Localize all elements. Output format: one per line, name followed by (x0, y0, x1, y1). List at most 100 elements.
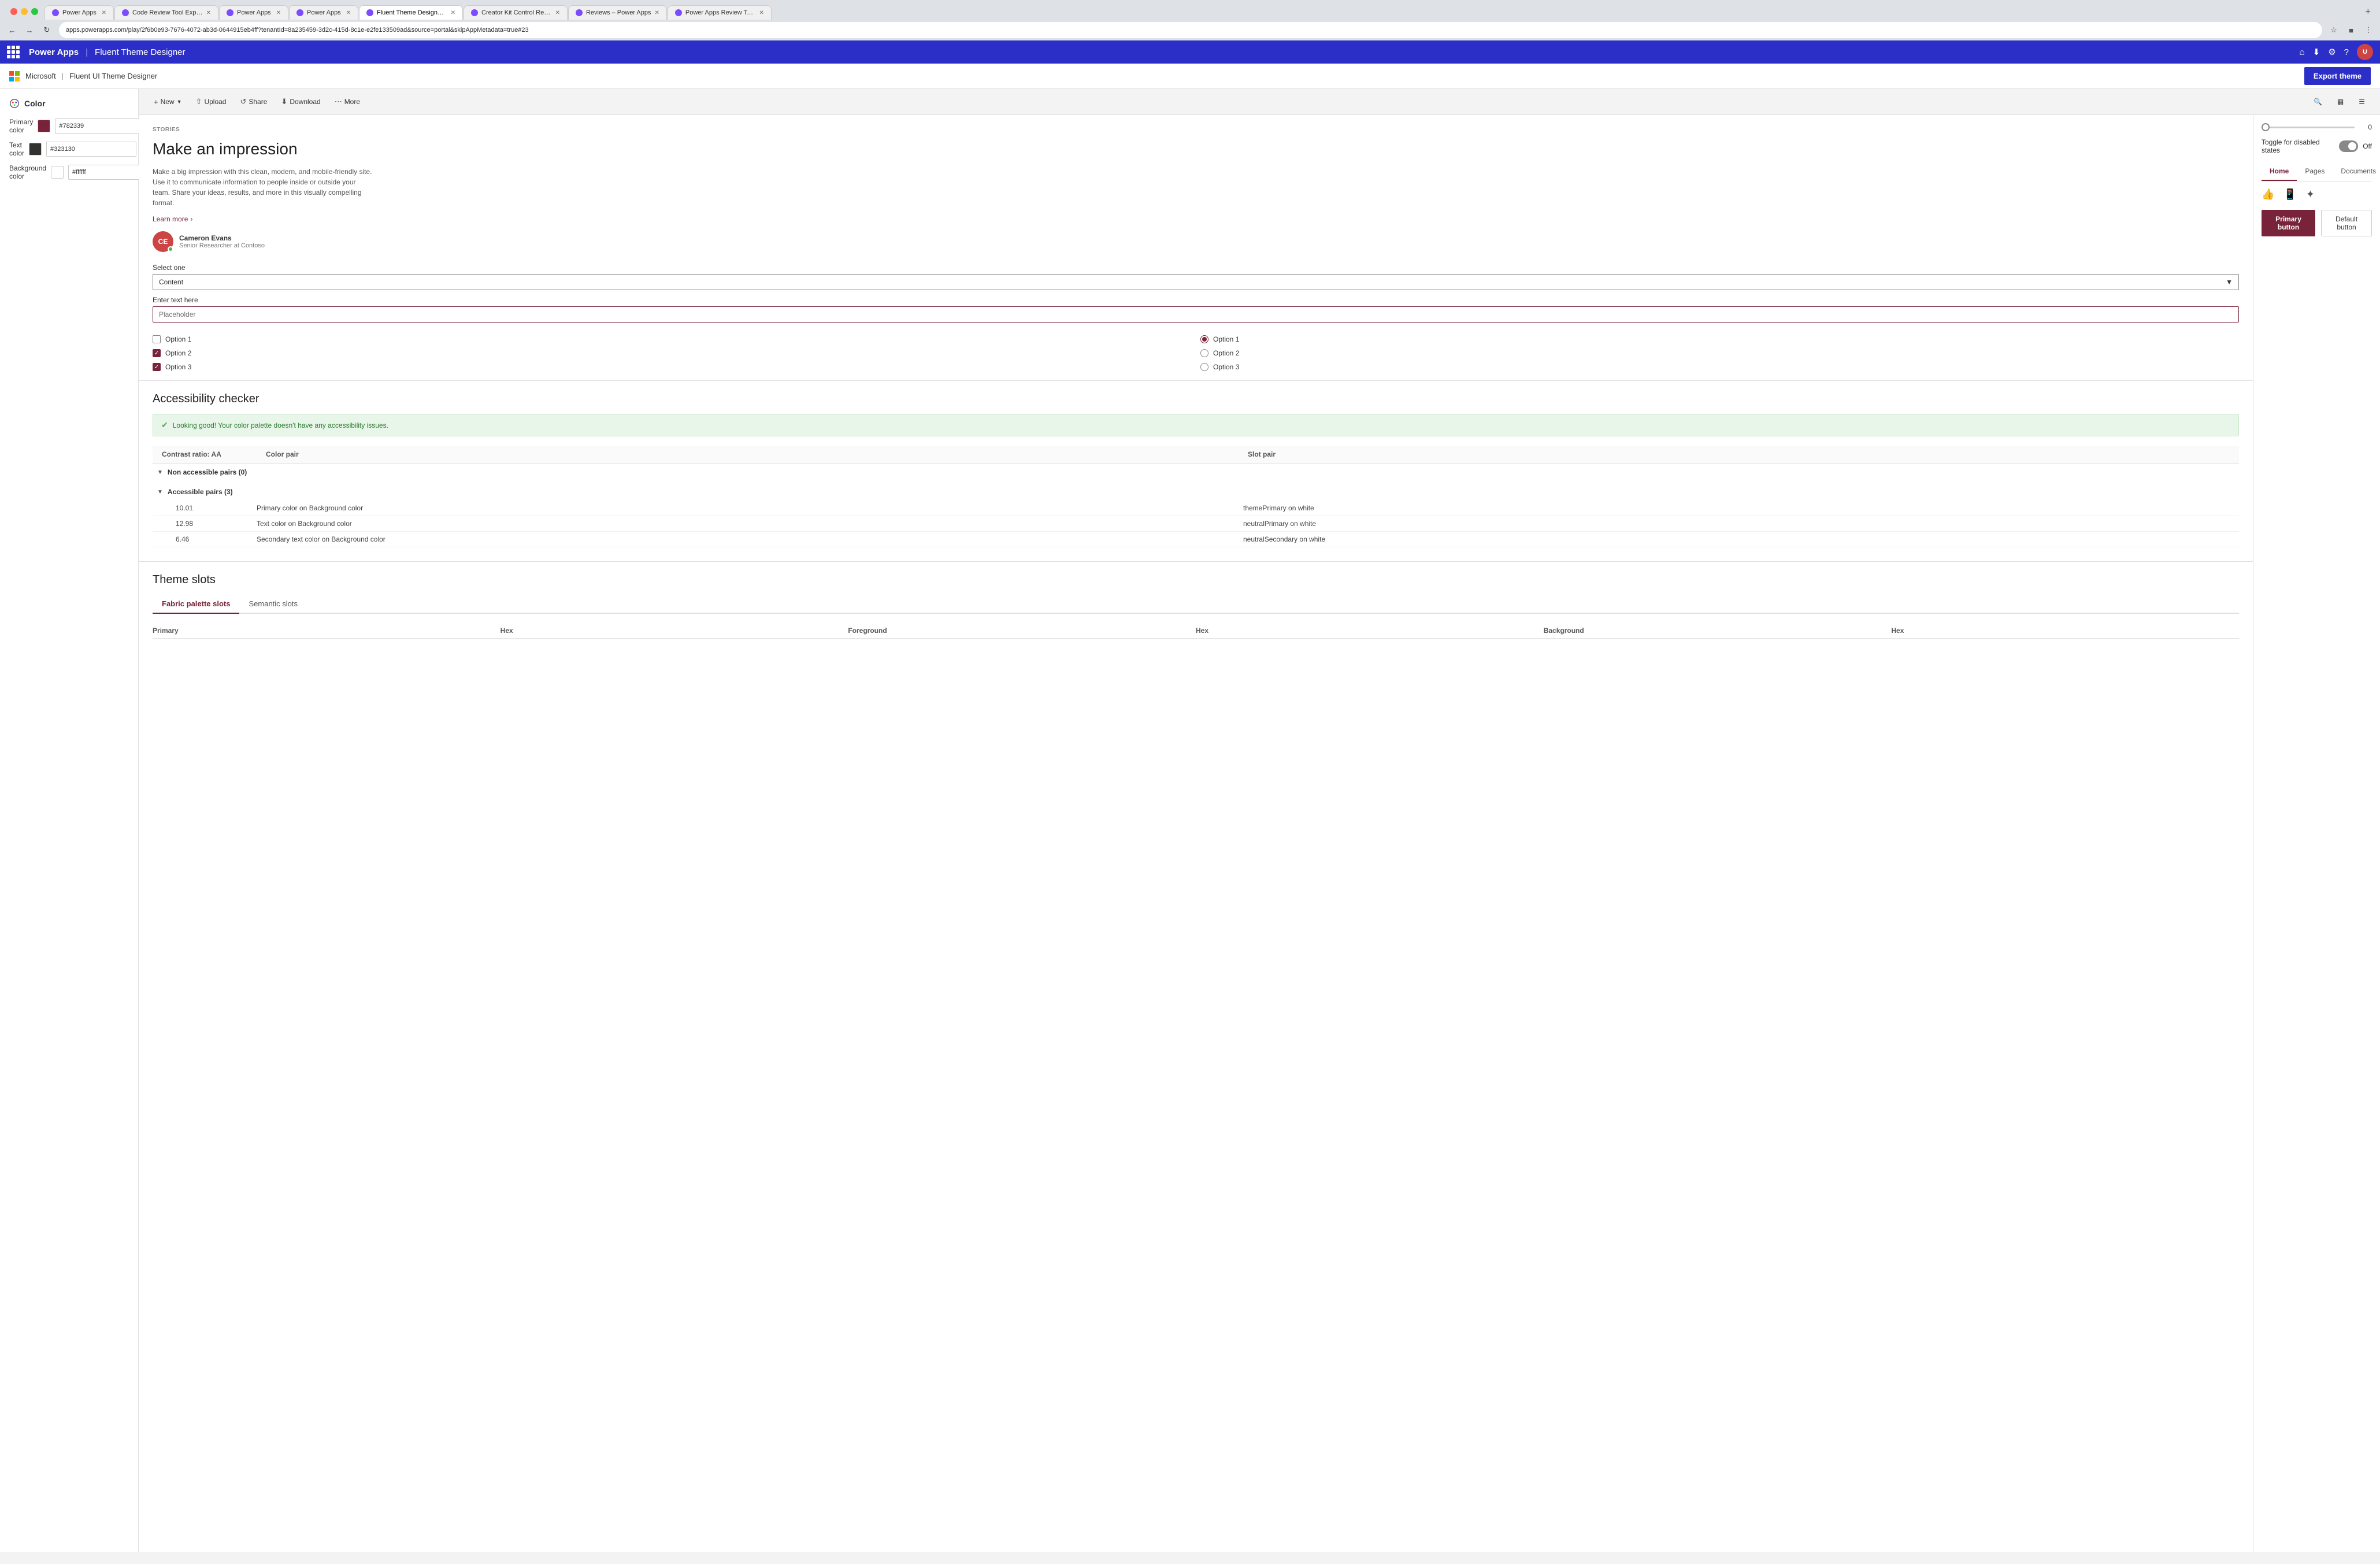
app-bar-title: Power Apps (29, 47, 79, 57)
thumbs-up-icon[interactable]: 👍 (2262, 188, 2274, 201)
table-col-color-pair: Color pair (266, 450, 1248, 458)
color-swatch[interactable] (38, 120, 50, 132)
toggle-switch[interactable] (2339, 140, 2358, 152)
person-info: Cameron Evans Senior Researcher at Conto… (179, 234, 265, 249)
theme-slots-section: Theme slots Fabric palette slotsSemantic… (139, 561, 2253, 650)
table-row: 10.01 Primary color on Background color … (153, 501, 2239, 516)
browser-tab-tab5[interactable]: Fluent Theme Designer -... ✕ (359, 5, 463, 20)
tab-favicon (366, 9, 373, 16)
reload-button[interactable]: ↻ (39, 23, 54, 38)
share-button[interactable]: ↺ Share (234, 94, 273, 110)
forward-button[interactable]: → (22, 23, 37, 38)
slider-input[interactable] (2262, 127, 2355, 128)
slots-header-col: Hex (1891, 627, 2239, 635)
browser-tab-tab7[interactable]: Reviews – Power Apps ✕ (568, 5, 667, 20)
table-col-ratio: Contrast ratio: AA (162, 450, 266, 458)
tab-nav-pages[interactable]: Pages (2297, 162, 2333, 181)
close-tab-icon[interactable]: ✕ (759, 10, 764, 16)
text-input-field[interactable] (153, 306, 2239, 323)
tab-nav-documents[interactable]: Documents (2333, 162, 2380, 181)
phone-icon[interactable]: 📱 (2283, 188, 2296, 201)
address-text: apps.powerapps.com/play/2f6b0e93-7676-40… (66, 27, 2315, 34)
accessibility-group: ▼ Accessible pairs (3) 10.01 Primary col… (153, 483, 2239, 547)
upload-button[interactable]: ⇧ Upload (190, 94, 232, 110)
help-icon[interactable]: ? (2344, 47, 2349, 57)
ms-header: Microsoft | Fluent UI Theme Designer Exp… (0, 64, 2380, 89)
export-theme-button[interactable]: Export theme (2304, 67, 2371, 85)
success-banner: ✔ Looking good! Your color palette doesn… (153, 414, 2239, 436)
slots-tab-semantic-slots[interactable]: Semantic slots (239, 595, 307, 614)
view-toolbar-button[interactable]: ☰ (2353, 94, 2371, 109)
browser-tab-tab6[interactable]: Creator Kit Control Refere... ✕ (464, 5, 568, 20)
stories-headline: Make an impression (153, 140, 2239, 158)
new-button[interactable]: + New ▼ (148, 94, 188, 110)
download-app-icon[interactable]: ⬇ (2313, 47, 2320, 57)
browser-tab-tab3[interactable]: Power Apps ✕ (219, 5, 288, 20)
color-swatch[interactable] (29, 143, 42, 155)
slots-tabs: Fabric palette slotsSemantic slots (153, 595, 2239, 614)
primary-button[interactable]: Primary button (2262, 210, 2315, 236)
settings-star-icon[interactable]: ✦ (2306, 188, 2315, 201)
color-pair: Secondary text color on Background color (257, 535, 1243, 543)
user-avatar[interactable]: U (2357, 44, 2373, 60)
tab-nav-home[interactable]: Home (2262, 162, 2297, 181)
contrast-ratio: 12.98 (176, 520, 257, 528)
icon-row: 👍 📱 ✦ (2262, 188, 2372, 201)
dropdown-select[interactable]: Content ▼ (153, 274, 2239, 290)
search-toolbar-button[interactable]: 🔍 (2308, 94, 2328, 109)
app-bar: Power Apps | Fluent Theme Designer ⌂ ⬇ ⚙… (0, 40, 2380, 64)
filter-toolbar-button[interactable]: ▦ (2331, 94, 2349, 109)
color-input[interactable] (46, 142, 136, 157)
close-tab-icon[interactable]: ✕ (206, 10, 211, 16)
download-button[interactable]: ⬇ Download (275, 94, 326, 110)
checkbox-control[interactable] (153, 335, 161, 343)
bookmark-icon[interactable]: ☆ (2327, 23, 2341, 37)
menu-icon[interactable]: ⋮ (2362, 23, 2375, 37)
slot-pair: neutralSecondary on white (1243, 535, 2230, 543)
toolbar-right: 🔍 ▦ ☰ (2308, 94, 2371, 109)
color-swatch[interactable] (51, 166, 64, 179)
close-window-btn[interactable] (10, 8, 17, 15)
new-tab-button[interactable]: + (2361, 5, 2375, 20)
person-title: Senior Researcher at Contoso (179, 242, 265, 249)
close-tab-icon[interactable]: ✕ (276, 10, 281, 16)
color-pair: Primary color on Background color (257, 504, 1243, 512)
browser-tab-tab8[interactable]: Power Apps Review Tool ... ✕ (668, 5, 772, 20)
maximize-window-btn[interactable] (31, 8, 38, 15)
slots-tab-fabric-palette-slots[interactable]: Fabric palette slots (153, 595, 239, 614)
radio-inner (1202, 337, 1207, 342)
group-header[interactable]: ▼ Non accessible pairs (0) (153, 464, 2239, 481)
close-tab-icon[interactable]: ✕ (555, 10, 560, 16)
apps-grid-icon[interactable] (7, 46, 20, 58)
close-tab-icon[interactable]: ✕ (451, 10, 455, 16)
extensions-icon[interactable]: ■ (2344, 23, 2358, 37)
home-icon[interactable]: ⌂ (2300, 47, 2305, 57)
slots-header-col: Hex (1196, 627, 1544, 635)
success-icon: ✔ (161, 420, 168, 430)
slots-table-header: PrimaryHexForegroundHexBackgroundHex (153, 623, 2239, 639)
color-input[interactable] (55, 118, 145, 134)
default-button[interactable]: Default button (2321, 210, 2372, 236)
browser-tab-tab1[interactable]: Power Apps ✕ (45, 5, 114, 20)
group-header[interactable]: ▼ Accessible pairs (3) (153, 483, 2239, 501)
address-bar[interactable]: apps.powerapps.com/play/2f6b0e93-7676-40… (59, 22, 2322, 38)
learn-more-link[interactable]: Learn more › (153, 215, 2239, 223)
browser-tab-tab4[interactable]: Power Apps ✕ (289, 5, 358, 20)
radio-control[interactable] (1200, 363, 1208, 371)
close-tab-icon[interactable]: ✕ (655, 10, 659, 16)
radio-control[interactable] (1200, 349, 1208, 357)
close-tab-icon[interactable]: ✕ (346, 10, 351, 16)
checkbox-control[interactable]: ✓ (153, 349, 161, 357)
browser-tab-tab2[interactable]: Code Review Tool Experim... ✕ (114, 5, 218, 20)
checkbox-control[interactable]: ✓ (153, 363, 161, 371)
contrast-ratio: 10.01 (176, 504, 257, 512)
close-tab-icon[interactable]: ✕ (102, 10, 106, 16)
dropdown-chevron-icon: ▼ (2226, 278, 2233, 286)
back-button[interactable]: ← (5, 23, 20, 38)
radio-control[interactable] (1200, 335, 1208, 343)
slots-header-col: Hex (501, 627, 848, 635)
minimize-window-btn[interactable] (21, 8, 28, 15)
toggle-label: Toggle for disabled states (2262, 138, 2334, 154)
settings-icon[interactable]: ⚙ (2328, 47, 2335, 57)
more-button[interactable]: ⋯ More (329, 94, 366, 110)
